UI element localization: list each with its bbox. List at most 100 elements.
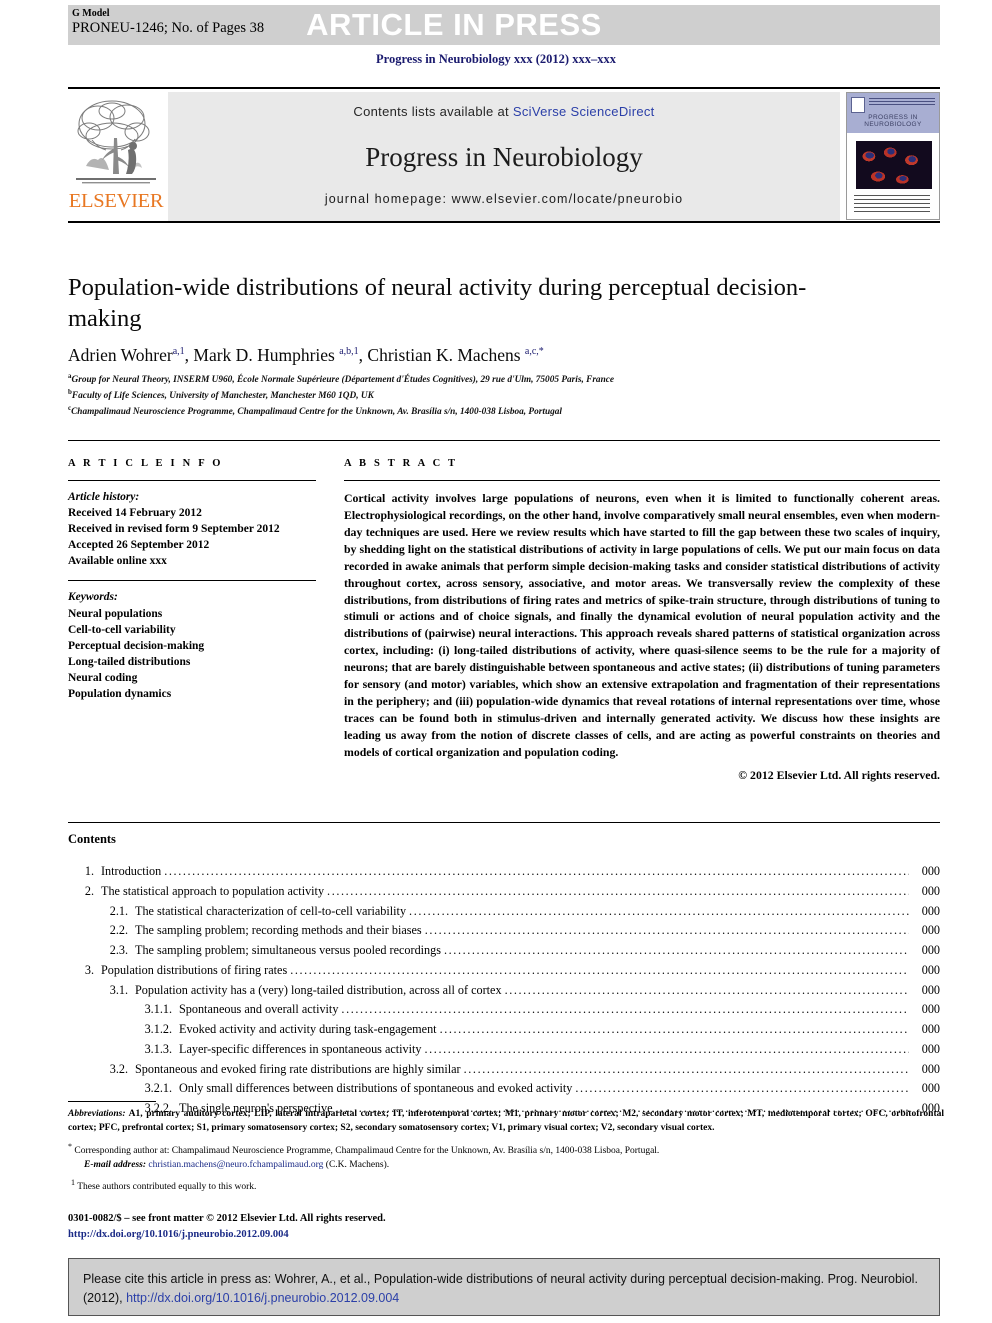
front-matter-block: 0301-0082/$ – see front matter © 2012 El…	[68, 1211, 768, 1244]
abstract-column: A B S T R A C T Cortical activity involv…	[344, 458, 940, 783]
toc-entry-label: Layer-specific differences in spontaneou…	[179, 1041, 422, 1056]
toc-entry-number: 2.2.	[109, 923, 128, 938]
toc-entry-page: 000	[921, 1081, 940, 1096]
keywords-label: Keywords:	[68, 591, 118, 604]
article-history-item: Accepted 26 September 2012	[68, 539, 210, 552]
toc-entry[interactable]: 3.1. Population activity has a (very) lon…	[68, 981, 940, 1001]
toc-entry[interactable]: 1. Introduction..........................…	[68, 862, 940, 882]
front-matter-doi-link[interactable]: http://dx.doi.org/10.1016/j.pneurobio.20…	[68, 1227, 768, 1243]
email-address-link[interactable]: christian.machens@neuro.fchampalimaud.or…	[148, 1160, 323, 1170]
email-suffix: (C.K. Machens).	[323, 1160, 390, 1171]
toc-leader-dots: ........................................…	[439, 1022, 909, 1037]
toc-entry-number: 3.2.	[109, 1061, 128, 1076]
equal-contribution-note: 1 These authors contributed equally to t…	[68, 1177, 944, 1195]
toc-entry[interactable]: 3.1.1. Spontaneous and overall activity..…	[68, 1000, 940, 1020]
affiliation-item: aGroup for Neural Theory, INSERM U960, É…	[68, 371, 938, 387]
toc-entry-number: 3.1.	[109, 982, 128, 997]
article-history-label: Article history:	[68, 491, 140, 503]
toc-entry-page: 000	[921, 962, 940, 977]
toc-entry-page: 000	[921, 923, 940, 938]
article-history-item: Received in revised form 9 September 201…	[68, 523, 280, 536]
toc-leader-dots: ........................................…	[424, 923, 909, 938]
keywords-block: Keywords: Neural populations Cell-to-cell…	[68, 589, 316, 702]
journal-homepage-line[interactable]: journal homepage: www.elsevier.com/locat…	[168, 192, 840, 206]
toc-entry[interactable]: 2. The statistical approach to population…	[68, 882, 940, 902]
toc-entry-page: 000	[921, 883, 940, 898]
abbreviations-note: Abbreviations: A1, primary auditory cort…	[68, 1108, 944, 1136]
cite-this-article-box: Please cite this article in press as: Wo…	[68, 1258, 940, 1316]
toc-entry[interactable]: 3. Population distributions of firing rat…	[68, 961, 940, 981]
equal-contribution-mark: 1	[71, 1177, 75, 1187]
cover-journal-title: PROGRESS IN NEUROBIOLOGY	[864, 114, 922, 128]
toc-entry[interactable]: 3.1.3. Layer-specific differences in spon…	[68, 1040, 940, 1060]
elsevier-logo: ELSEVIER	[68, 92, 164, 220]
toc-entry[interactable]: 2.3. The sampling problem; simultaneous v…	[68, 941, 940, 961]
toc-entry-number: 3.1.2.	[144, 1022, 172, 1037]
article-info-column: A R T I C L E I N F O Article history: R…	[68, 458, 316, 702]
toc-entry[interactable]: 3.2. Spontaneous and evoked firing rate d…	[68, 1060, 940, 1080]
article-info-heading: A R T I C L E I N F O	[68, 458, 224, 469]
toc-entry-label: Introduction	[101, 864, 162, 878]
abstract-rule	[344, 480, 940, 481]
cover-bottom-rules	[854, 195, 933, 215]
toc-entry-page: 000	[921, 1002, 940, 1017]
equal-contribution-text: These authors contributed equally to thi…	[77, 1182, 257, 1193]
toc-entry-number: 3.2.1.	[144, 1081, 172, 1096]
article-history-item: Available online xxx	[68, 555, 167, 568]
toc-entry-page: 000	[921, 943, 940, 958]
keywords-items: Neural populations Cell-to-cell variabili…	[68, 606, 316, 703]
cover-top-rules	[869, 98, 935, 105]
article-id-label: PRONEU-1246; No. of Pages 38	[72, 20, 265, 37]
toc-entry-number: 2.1.	[109, 903, 128, 918]
email-note: E-mail address: christian.machens@neuro.…	[68, 1159, 944, 1173]
journal-masthead: ELSEVIER Contents lists available at Sci…	[68, 87, 940, 223]
toc-entry-label: The statistical characterization of cell…	[135, 903, 407, 918]
journal-title: Progress in Neurobiology	[365, 142, 643, 172]
keyword-item: Population dynamics	[68, 688, 172, 701]
toc-entry-number: 3.1.3.	[144, 1041, 172, 1056]
cite-doi-link[interactable]: http://dx.doi.org/10.1016/j.pneurobio.20…	[126, 1291, 399, 1305]
affiliation-text: Champalimaud Neuroscience Programme, Cha…	[71, 407, 563, 418]
author-affiliation-mark: a,b,1	[339, 346, 359, 358]
toc-entry-number: 2.3.	[109, 943, 128, 958]
article-history-item: Received 14 February 2012	[68, 507, 202, 520]
toc-entry-page: 000	[921, 982, 940, 997]
affiliation-text: Faculty of Life Sciences, University of …	[71, 391, 374, 402]
corresponding-author-note: * Corresponding author at: Champalimaud …	[68, 1141, 944, 1159]
toc-entry-label: Population activity has a (very) long-ta…	[135, 982, 502, 997]
toc-leader-dots: ........................................…	[424, 1041, 909, 1056]
cite-text-wrapper: Please cite this article in press as: Wo…	[69, 1259, 939, 1309]
contents-heading: Contents	[68, 832, 116, 846]
journal-running-head: Progress in Neurobiology xxx (2012) xxx–…	[376, 52, 616, 66]
corresponding-author-mark: *	[68, 1141, 72, 1151]
toc-entry[interactable]: 3.2.1. Only small differences between dis…	[68, 1079, 940, 1099]
toc-entry-number: 3.1.1.	[144, 1002, 172, 1017]
toc-leader-dots: ........................................…	[327, 883, 909, 898]
toc-entry[interactable]: 2.2. The sampling problem; recording meth…	[68, 921, 940, 941]
toc-entry[interactable]: 2.1. The statistical characterization of …	[68, 902, 940, 922]
toc-entry-label: Evoked activity and activity during task…	[179, 1022, 437, 1037]
footnote-separator-rule	[68, 1101, 156, 1102]
g-model-block: G Model PRONEU-1246; No. of Pages 38	[72, 8, 264, 38]
article-info-rule	[68, 480, 316, 481]
toc-entry-number: 3.	[84, 962, 94, 977]
author-name: Christian K. Machens	[367, 345, 525, 365]
keyword-item: Neural coding	[68, 671, 138, 684]
affiliation-text: Group for Neural Theory, INSERM U960, Éc…	[71, 375, 615, 386]
toc-entry-label: The statistical approach to population a…	[101, 883, 325, 898]
author-name: Adrien Wohrer	[68, 345, 173, 365]
article-history-items: Received 14 February 2012 Received in rev…	[68, 505, 316, 569]
g-model-label: G Model	[72, 8, 110, 19]
sciencedirect-link[interactable]: SciVerse ScienceDirect	[513, 104, 655, 119]
toc-entry-label: The sampling problem; recording methods …	[135, 923, 422, 938]
toc-leader-dots: ........................................…	[463, 1061, 909, 1076]
contents-available-prefix: Contents lists available at	[353, 104, 513, 119]
elsevier-wordmark: ELSEVIER	[68, 190, 164, 212]
toc-entry-page: 000	[921, 1041, 940, 1056]
toc-entry[interactable]: 3.1.2. Evoked activity and activity durin…	[68, 1020, 940, 1040]
affiliation-list: aGroup for Neural Theory, INSERM U960, É…	[68, 371, 938, 420]
author-affiliation-mark: a,c,*	[524, 346, 544, 358]
journal-cover-thumbnail: PROGRESS IN NEUROBIOLOGY	[846, 92, 940, 220]
footnotes-block: Abbreviations: A1, primary auditory cort…	[68, 1108, 944, 1195]
abstract-heading: A B S T R A C T	[344, 458, 458, 469]
